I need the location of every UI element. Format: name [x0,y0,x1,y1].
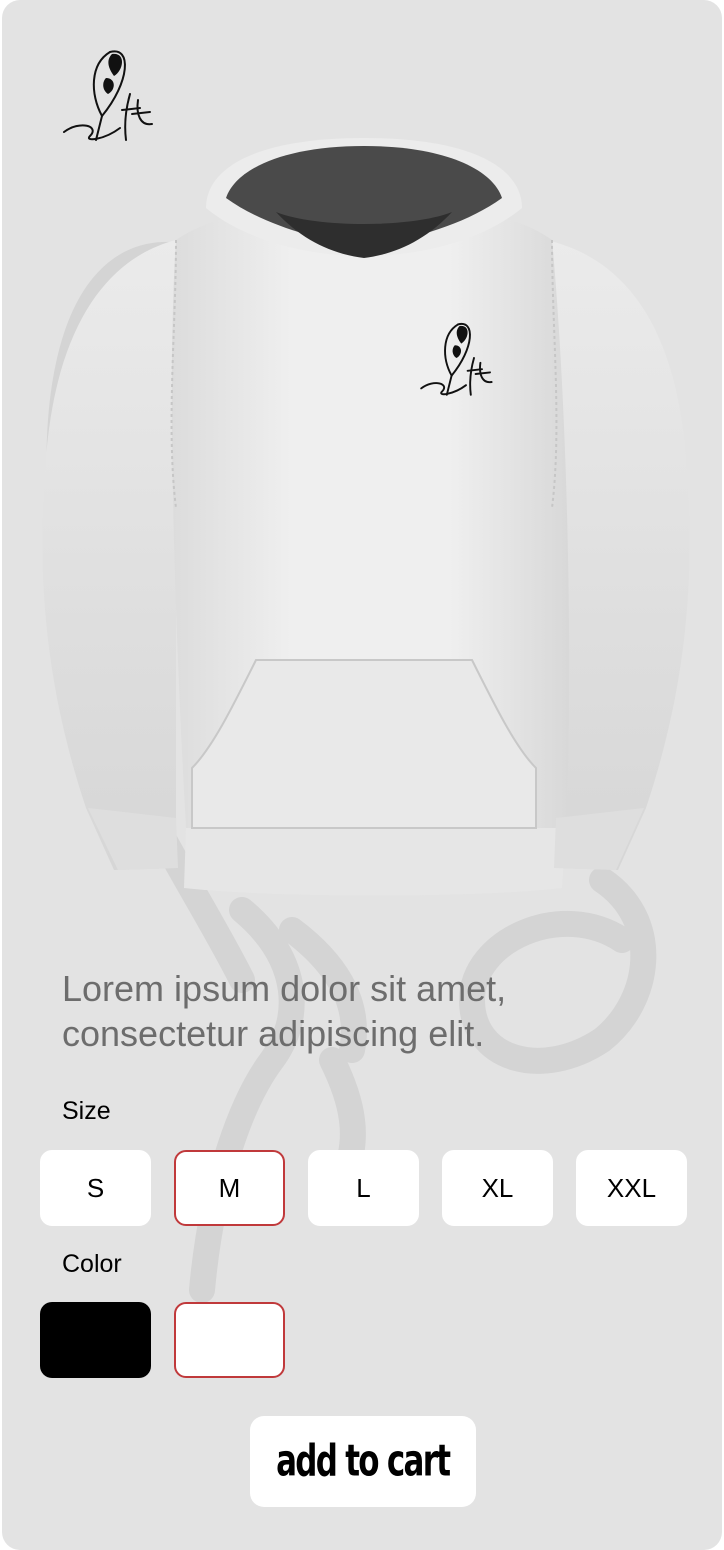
product-description: Lorem ipsum dolor sit amet, consectetur … [62,968,507,1054]
size-option-xl[interactable]: XL [442,1150,553,1226]
hoodie-image [42,138,690,896]
add-to-cart-button[interactable]: add to cart [250,1416,476,1507]
size-selector: S M L XL XXL [40,1150,687,1226]
size-option-m[interactable]: M [174,1150,285,1226]
color-swatch-black[interactable] [40,1302,151,1378]
color-label: Color [62,1250,122,1278]
size-option-s[interactable]: S [40,1150,151,1226]
color-swatch-white[interactable] [174,1302,285,1378]
color-selector [40,1302,285,1378]
product-card: Lorem ipsum dolor sit amet, consectetur … [2,0,722,1550]
size-label: Size [62,1097,111,1125]
size-option-xxl[interactable]: XXL [576,1150,687,1226]
add-to-cart-label: add to cart [276,1436,451,1487]
size-option-l[interactable]: L [308,1150,419,1226]
